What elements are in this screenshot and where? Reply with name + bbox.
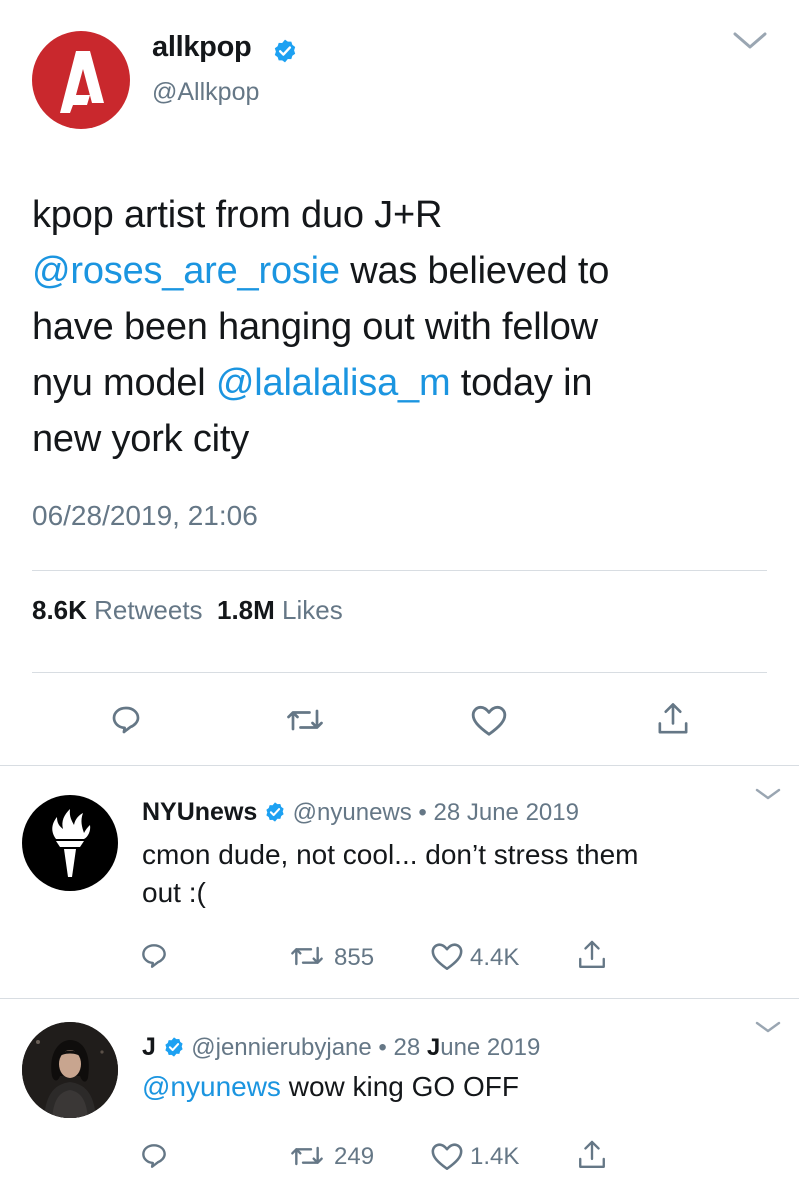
text-segment: new york city <box>32 418 250 460</box>
share-icon[interactable] <box>576 938 608 972</box>
verified-badge-icon <box>164 1037 183 1057</box>
author-handle[interactable]: @Allkpop <box>152 78 259 107</box>
like-icon[interactable] <box>470 702 508 738</box>
text-segment: kpop artist from duo J+R <box>32 194 443 236</box>
reply-icon[interactable] <box>138 1140 170 1172</box>
reply-text-line: cmon dude, not cool... don’t stress them <box>142 839 639 870</box>
divider <box>32 570 767 571</box>
author-display-name[interactable]: allkpop <box>152 31 252 64</box>
chevron-down-icon[interactable] <box>755 1020 781 1036</box>
retweets-label[interactable]: Retweets <box>94 595 202 625</box>
reply-icon[interactable] <box>108 702 144 738</box>
mention-link[interactable]: @lalalalisa_m <box>216 362 451 404</box>
retweets-count[interactable]: 8.6K <box>32 595 87 625</box>
reply-date-suffix: une 2019 <box>440 1034 541 1061</box>
nyu-torch-logo <box>52 809 91 877</box>
separator: • <box>418 799 427 826</box>
mention-link[interactable]: @nyunews <box>142 1071 281 1102</box>
reply-date-bold: J <box>426 1034 441 1061</box>
like-icon[interactable] <box>430 1140 464 1172</box>
profile-photo <box>22 1022 118 1118</box>
reply-header: J @jennierubyjane • 28 June 2019 <box>142 1033 540 1062</box>
reply-icon[interactable] <box>138 940 170 972</box>
retweet-count: 855 <box>334 944 375 971</box>
text-segment: nyu model <box>32 362 216 404</box>
likes-count[interactable]: 1.8M <box>217 595 275 625</box>
reply-text-line: out :( <box>142 877 206 908</box>
reply-header: NYUnews @nyunews • 28 June 2019 <box>142 798 579 827</box>
reply-author-name[interactable]: NYUnews <box>142 798 257 826</box>
likes-label[interactable]: Likes <box>282 595 343 625</box>
reply-date[interactable]: 28 June 2019 <box>393 1034 540 1061</box>
text-segment: was believed to <box>339 250 610 292</box>
like-count: 4.4K <box>470 944 520 971</box>
chevron-down-icon[interactable] <box>732 30 768 52</box>
text-segment: have been hanging out with fellow <box>32 306 598 348</box>
divider <box>0 998 799 999</box>
share-icon[interactable] <box>655 700 691 738</box>
reply-text-rest: wow king GO OFF <box>280 1071 519 1102</box>
divider <box>0 765 799 766</box>
reply-author-name[interactable]: J <box>142 1033 156 1061</box>
retweet-count: 249 <box>334 1143 375 1170</box>
tweet-timestamp: 06/28/2019, 21:06 <box>32 500 258 531</box>
tweet-text-line: nyu model @lalalalisa_m today in <box>32 355 752 411</box>
tweet-text-line: new york city <box>32 411 752 467</box>
chevron-down-icon[interactable] <box>755 787 781 803</box>
retweet-icon[interactable] <box>288 1140 326 1172</box>
allkpop-logo <box>32 31 130 129</box>
reply-date-prefix: 28 <box>393 1034 427 1061</box>
share-icon[interactable] <box>576 1138 608 1172</box>
tweet-text-line: kpop artist from duo J+R <box>32 187 752 243</box>
separator: • <box>378 1034 387 1061</box>
reply-text: cmon dude, not cool... don’t stress them… <box>142 836 762 912</box>
verified-badge-icon <box>266 802 284 822</box>
retweet-icon[interactable] <box>288 940 326 972</box>
mention-link[interactable]: @roses_are_rosie <box>32 250 340 292</box>
engagement-counts: 8.6K Retweets 1.8M Likes <box>32 595 343 626</box>
tweet-text-line: have been hanging out with fellow <box>32 299 752 355</box>
reply-date[interactable]: 28 June 2019 <box>434 799 579 826</box>
text-segment: today in <box>450 362 593 404</box>
like-count: 1.4K <box>470 1143 520 1170</box>
reply-author-handle[interactable]: @jennierubyjane <box>191 1034 371 1061</box>
retweet-icon[interactable] <box>284 702 326 738</box>
reply-text: @nyunews wow king GO OFF <box>142 1068 762 1106</box>
divider <box>32 672 767 673</box>
reply-author-handle[interactable]: @nyunews <box>293 799 412 826</box>
allkpop-avatar[interactable] <box>32 31 130 129</box>
tweet-text-line: @roses_are_rosie was believed to <box>32 243 752 299</box>
verified-badge-icon <box>272 38 298 64</box>
nyu-avatar[interactable] <box>22 795 118 891</box>
tweet-text: kpop artist from duo J+R @roses_are_rosie… <box>32 187 752 467</box>
like-icon[interactable] <box>430 940 464 972</box>
jennie-avatar[interactable] <box>22 1022 118 1118</box>
